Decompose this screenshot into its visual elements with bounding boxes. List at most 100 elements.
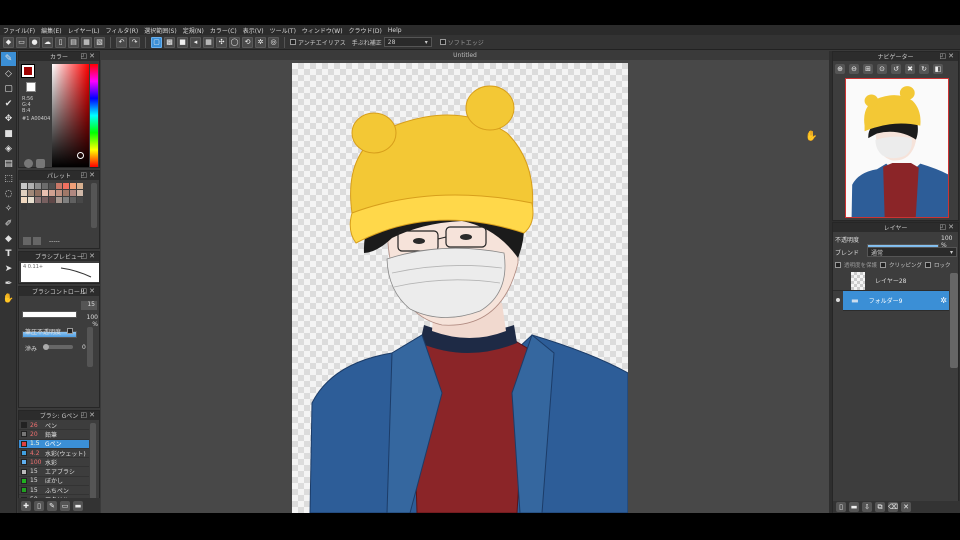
lasso-tool-icon[interactable]: ◌ — [1, 187, 16, 201]
copy-brush-icon[interactable]: ▭ — [60, 500, 70, 511]
color-mode-icon[interactable] — [36, 159, 45, 168]
brush-item[interactable]: 1.5 Gペン — [19, 439, 89, 449]
gear-icon[interactable]: ✲ — [940, 296, 947, 305]
zoom-out-icon[interactable]: ⊖ — [849, 64, 859, 74]
new-file-icon[interactable]: ▯ — [55, 36, 66, 48]
brush-mode-icon[interactable]: ◆ — [3, 36, 14, 48]
palette-scrollbar[interactable] — [91, 183, 97, 228]
flip-icon[interactable]: ◧ — [933, 64, 943, 74]
undo-icon[interactable]: ↶ — [116, 36, 127, 48]
palette-swatch[interactable] — [28, 190, 34, 196]
add-swatch-icon[interactable] — [23, 237, 31, 245]
cloud-icon[interactable]: ☁ — [42, 36, 53, 48]
menu-item[interactable]: 定規(N) — [183, 26, 204, 35]
eraser-tool-icon[interactable]: ◇ — [1, 67, 16, 81]
save-icon[interactable]: ▤ — [68, 36, 79, 48]
document-tab[interactable]: Untitled — [101, 51, 829, 60]
delete-layer-icon[interactable]: ✕ — [901, 502, 911, 512]
lock-checkbox[interactable] — [925, 262, 932, 268]
layer-scrollbar[interactable] — [950, 273, 958, 368]
fill-tool-icon[interactable]: ◈ — [1, 142, 16, 156]
hand-tool-icon[interactable]: ✋ — [1, 292, 16, 306]
duplicate-layer-icon[interactable]: ⧉ — [875, 502, 885, 512]
palette-swatch[interactable] — [70, 197, 76, 203]
check-tool-icon[interactable]: ✔ — [1, 97, 16, 111]
brush-control-scrollbar[interactable] — [87, 327, 93, 367]
palette-swatch[interactable] — [56, 190, 62, 196]
navigator-thumbnail[interactable] — [845, 78, 949, 218]
menu-item[interactable]: 編集(E) — [41, 26, 61, 35]
shape-tool-icon[interactable]: ■ — [1, 127, 16, 141]
operation-tool-icon[interactable]: ➤ — [1, 262, 16, 276]
layer-row-0[interactable]: レイヤー28 — [833, 271, 949, 291]
delete-swatch-icon[interactable] — [33, 237, 41, 245]
close-icon[interactable]: ◰✕ — [81, 171, 97, 179]
stabilizer-select[interactable]: 28 ▾ — [383, 37, 432, 47]
reset-rotation-icon[interactable]: ✖ — [905, 64, 915, 74]
palette-swatch[interactable] — [21, 190, 27, 196]
palette-swatch[interactable] — [28, 183, 34, 189]
softedge-checkbox[interactable] — [439, 39, 446, 45]
palette-swatch[interactable] — [63, 183, 69, 189]
brush-item[interactable]: 15 ふちペン — [19, 486, 89, 496]
brush-list-scrollbar[interactable] — [90, 423, 96, 503]
pen-tool-icon[interactable]: ✎ — [1, 52, 16, 66]
palette-swatch[interactable] — [35, 197, 41, 203]
fit-icon[interactable]: ⊞ — [863, 64, 873, 74]
palette-swatch[interactable] — [77, 190, 83, 196]
redo-icon[interactable]: ↷ — [129, 36, 140, 48]
rotate-right-icon[interactable]: ↻ — [919, 64, 929, 74]
speech-bubble-icon[interactable]: ● — [29, 36, 40, 48]
rect-select-tool-icon[interactable]: ▢ — [1, 82, 16, 96]
brush-item[interactable]: 15 ぼかし — [19, 477, 89, 487]
palette-swatch[interactable] — [49, 197, 55, 203]
menu-item[interactable]: カラー(C) — [210, 26, 237, 35]
merge-layer-icon[interactable]: ⇩ — [862, 502, 872, 512]
menu-item[interactable]: フィルタ(R) — [105, 26, 138, 35]
menu-item[interactable]: クラウド(D) — [349, 26, 382, 35]
brush-item[interactable]: 20 鉛筆 — [19, 430, 89, 440]
transform-icon[interactable]: ✣ — [216, 36, 227, 48]
palette-swatch[interactable] — [49, 183, 55, 189]
antialias-checkbox[interactable] — [290, 39, 296, 45]
brush-folder-icon[interactable]: ▬ — [73, 500, 83, 511]
palette-swatch[interactable] — [70, 190, 76, 196]
palette-swatch[interactable] — [63, 190, 69, 196]
palette-swatch[interactable] — [56, 197, 62, 203]
palette-swatch[interactable] — [42, 190, 48, 196]
canvas-area[interactable]: Untitled ✋ — [101, 51, 829, 513]
palette-swatch[interactable] — [35, 190, 41, 196]
actual-size-icon[interactable]: ⊙ — [877, 64, 887, 74]
export-icon[interactable]: ▦ — [81, 36, 92, 48]
palette-swatch[interactable] — [56, 183, 62, 189]
new-layer-icon[interactable]: ▯ — [836, 502, 846, 512]
new-brush-icon[interactable]: ▯ — [34, 500, 44, 511]
close-icon[interactable]: ◰✕ — [940, 223, 956, 231]
settings-icon[interactable]: ✲ — [255, 36, 266, 48]
palette-swatch[interactable] — [21, 197, 27, 203]
select-rect-icon[interactable]: ▢ — [151, 36, 162, 48]
select-tool-icon[interactable]: ⬚ — [1, 172, 16, 186]
gradient-tool-icon[interactable]: ▤ — [1, 157, 16, 171]
palette-swatch[interactable] — [49, 190, 55, 196]
menu-item[interactable]: 選択範囲(S) — [144, 26, 177, 35]
new-folder-icon[interactable]: ▬ — [849, 502, 859, 512]
palette-swatch[interactable] — [28, 197, 34, 203]
select-all-icon[interactable]: ▩ — [164, 36, 175, 48]
snap-icon[interactable]: ◎ — [268, 36, 279, 48]
rotate-icon[interactable]: ⟲ — [242, 36, 253, 48]
blur-slider-thumb[interactable] — [43, 344, 49, 350]
selection-grid-icon[interactable]: ▦ — [203, 36, 214, 48]
rotate-left-icon[interactable]: ↺ — [891, 64, 901, 74]
color-wheel-icon[interactable] — [24, 159, 33, 168]
palette-swatch[interactable] — [77, 183, 83, 189]
menu-item[interactable]: 表示(V) — [243, 26, 264, 35]
brush-size-value[interactable]: 15 — [81, 301, 97, 310]
close-icon[interactable]: ◰✕ — [81, 411, 97, 419]
brush-opacity-value[interactable]: 100 % — [79, 314, 98, 328]
pressure-opacity-checkbox[interactable] — [67, 328, 73, 334]
palette-swatch[interactable] — [63, 197, 69, 203]
palette-swatch[interactable] — [21, 204, 27, 210]
close-icon[interactable]: ◰✕ — [940, 52, 956, 60]
move-tool-icon[interactable]: ✥ — [1, 112, 16, 126]
